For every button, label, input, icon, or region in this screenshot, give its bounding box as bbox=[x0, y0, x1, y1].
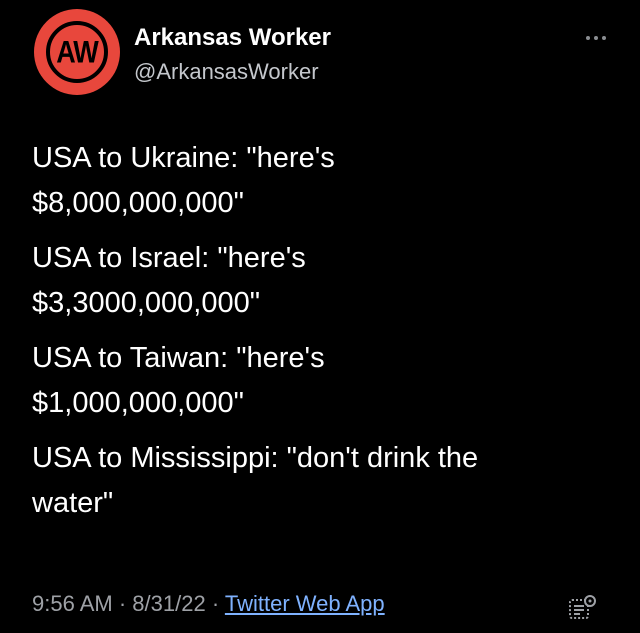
tweet-paragraph: USA to Taiwan: "here's $1,000,000,000" bbox=[32, 336, 612, 426]
separator: · bbox=[211, 591, 220, 616]
more-dot bbox=[594, 36, 598, 40]
tweet-line: $3,3000,000,000" bbox=[32, 287, 261, 319]
author-handle[interactable]: @ArkansasWorker bbox=[134, 59, 319, 85]
tweet: AW Arkansas Worker @ArkansasWorker USA t… bbox=[0, 0, 640, 633]
tweet-paragraph: USA to Mississippi: "don't drink the wat… bbox=[32, 436, 612, 526]
tweet-line: USA to Ukraine: "here's bbox=[32, 142, 335, 174]
more-dot bbox=[602, 36, 606, 40]
tweet-paragraph: USA to Israel: "here's $3,3000,000,000" bbox=[32, 236, 612, 326]
tweet-date[interactable]: 8/31/22 bbox=[132, 591, 205, 616]
analytics-icon[interactable] bbox=[568, 594, 598, 622]
tweet-line: $8,000,000,000" bbox=[32, 187, 244, 219]
tweet-metadata: 9:56 AM · 8/31/22 · Twitter Web App bbox=[32, 591, 385, 617]
author-name[interactable]: Arkansas Worker bbox=[134, 24, 331, 52]
separator: · bbox=[118, 591, 127, 616]
source-link[interactable]: Twitter Web App bbox=[225, 591, 385, 616]
more-dot bbox=[586, 36, 590, 40]
more-options-icon[interactable] bbox=[576, 28, 616, 48]
tweet-line: USA to Mississippi: "don't drink the bbox=[32, 442, 479, 474]
tweet-line: $1,000,000,000" bbox=[32, 387, 244, 419]
tweet-text: USA to Ukraine: "here's $8,000,000,000" … bbox=[32, 136, 612, 536]
avatar-logo-text: AW bbox=[56, 34, 98, 69]
tweet-line: USA to Taiwan: "here's bbox=[32, 342, 325, 374]
avatar-ring: AW bbox=[46, 21, 108, 83]
tweet-time[interactable]: 9:56 AM bbox=[32, 591, 113, 616]
tweet-line: water" bbox=[32, 487, 114, 519]
avatar[interactable]: AW bbox=[34, 9, 120, 95]
tweet-line: USA to Israel: "here's bbox=[32, 242, 306, 274]
tweet-paragraph: USA to Ukraine: "here's $8,000,000,000" bbox=[32, 136, 612, 226]
